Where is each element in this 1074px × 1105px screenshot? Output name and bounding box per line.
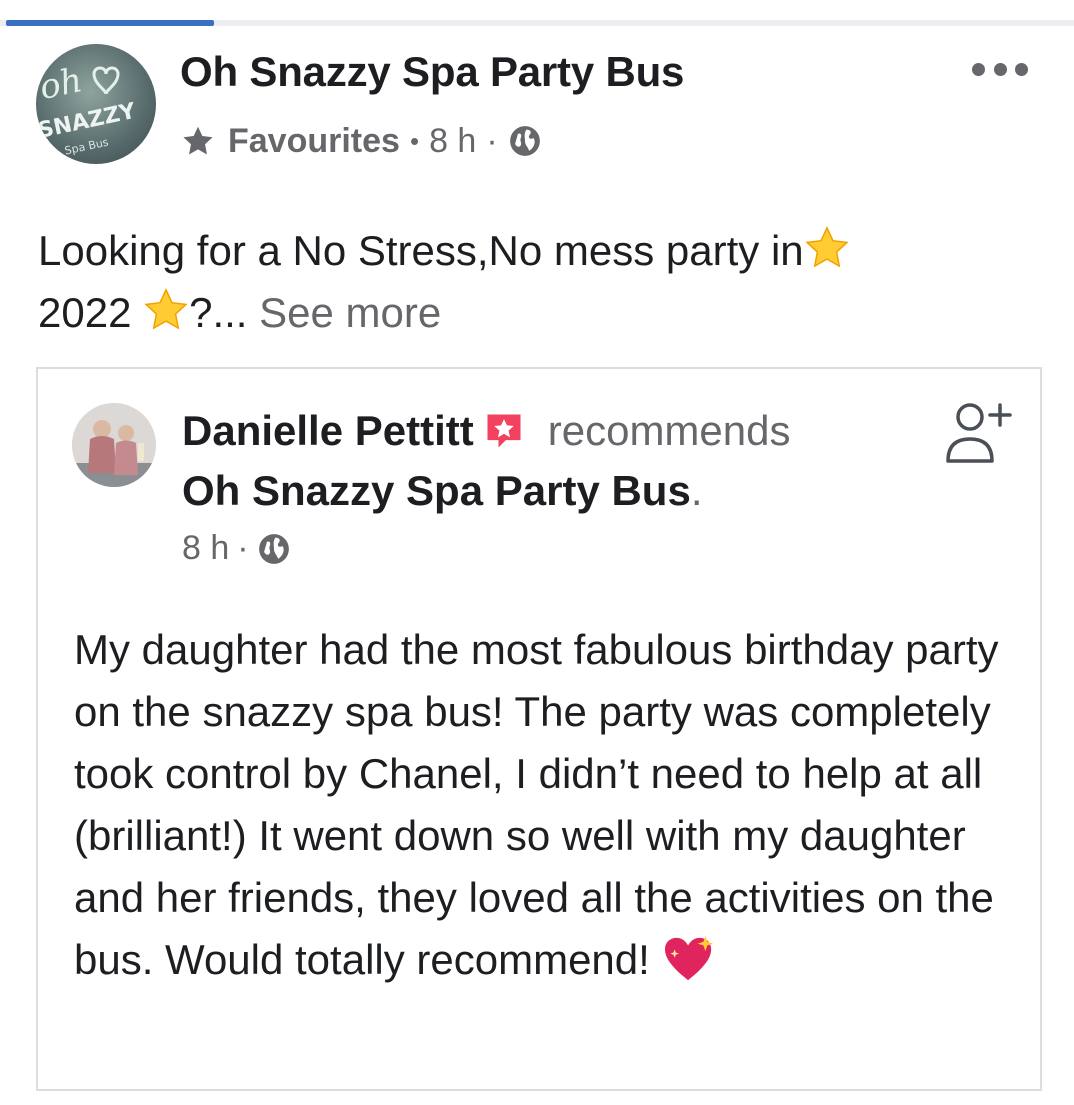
meta-separator: · [237,529,249,567]
more-icon [972,62,985,76]
star-icon [183,126,213,155]
recommendation-time[interactable]: 8 h [182,529,229,568]
add-friend-icon[interactable] [942,399,1014,467]
svg-text:Spa Bus: Spa Bus [63,135,109,157]
recommendation-card[interactable]: Danielle Pettitt recommends Oh Snazzy Sp… [36,367,1042,1091]
see-more-link[interactable]: See more [247,289,441,336]
top-progress-track [0,20,1074,26]
more-icon [993,62,1007,76]
author-avatar[interactable] [72,403,156,487]
star-emoji-icon [144,288,188,330]
recommendation-header: Danielle Pettitt recommends [182,407,791,455]
author-photo [72,403,156,487]
author-name[interactable]: Danielle Pettitt [182,407,474,455]
recommended-page: Oh Snazzy Spa Party Bus. [182,467,703,515]
sparkling-heart-icon [664,935,713,981]
period: . [690,467,703,514]
page-name[interactable]: Oh Snazzy Spa Party Bus [180,48,684,96]
globe-icon[interactable] [257,532,291,566]
post-text-line1: Looking for a No Stress,No mess party in [38,227,804,274]
top-progress-indicator [6,20,214,26]
review-text: My daughter had the most fabulous birthd… [74,619,1014,991]
post-meta: Favourites • 8 h · [180,118,542,164]
page-logo: oh SNAZZY Spa Bus [36,60,139,157]
recommends-verb: recommends [547,407,791,454]
recommended-page-name[interactable]: Oh Snazzy Spa Party Bus [182,467,691,514]
recommend-badge-icon [487,414,521,448]
post-text: Looking for a No Stress,No mess party in… [38,220,1028,344]
more-options-button[interactable] [972,54,1028,84]
meta-bullet: • [409,125,420,156]
recommendation-meta: 8 h · [182,529,291,568]
post-text-line2: 2022 [38,289,144,336]
review-body: My daughter had the most fabulous birthd… [74,626,999,983]
page-avatar[interactable]: oh SNAZZY Spa Bus [36,44,156,164]
svg-text:oh: oh [36,60,86,108]
meta-separator: · [486,121,498,160]
post-time[interactable]: 8 h [429,122,476,161]
star-emoji-icon [805,226,849,268]
more-icon [1015,62,1028,76]
post-text-ellipsis: ?... [189,289,248,336]
globe-icon[interactable] [508,124,542,158]
favourites-label[interactable]: Favourites [228,122,400,161]
